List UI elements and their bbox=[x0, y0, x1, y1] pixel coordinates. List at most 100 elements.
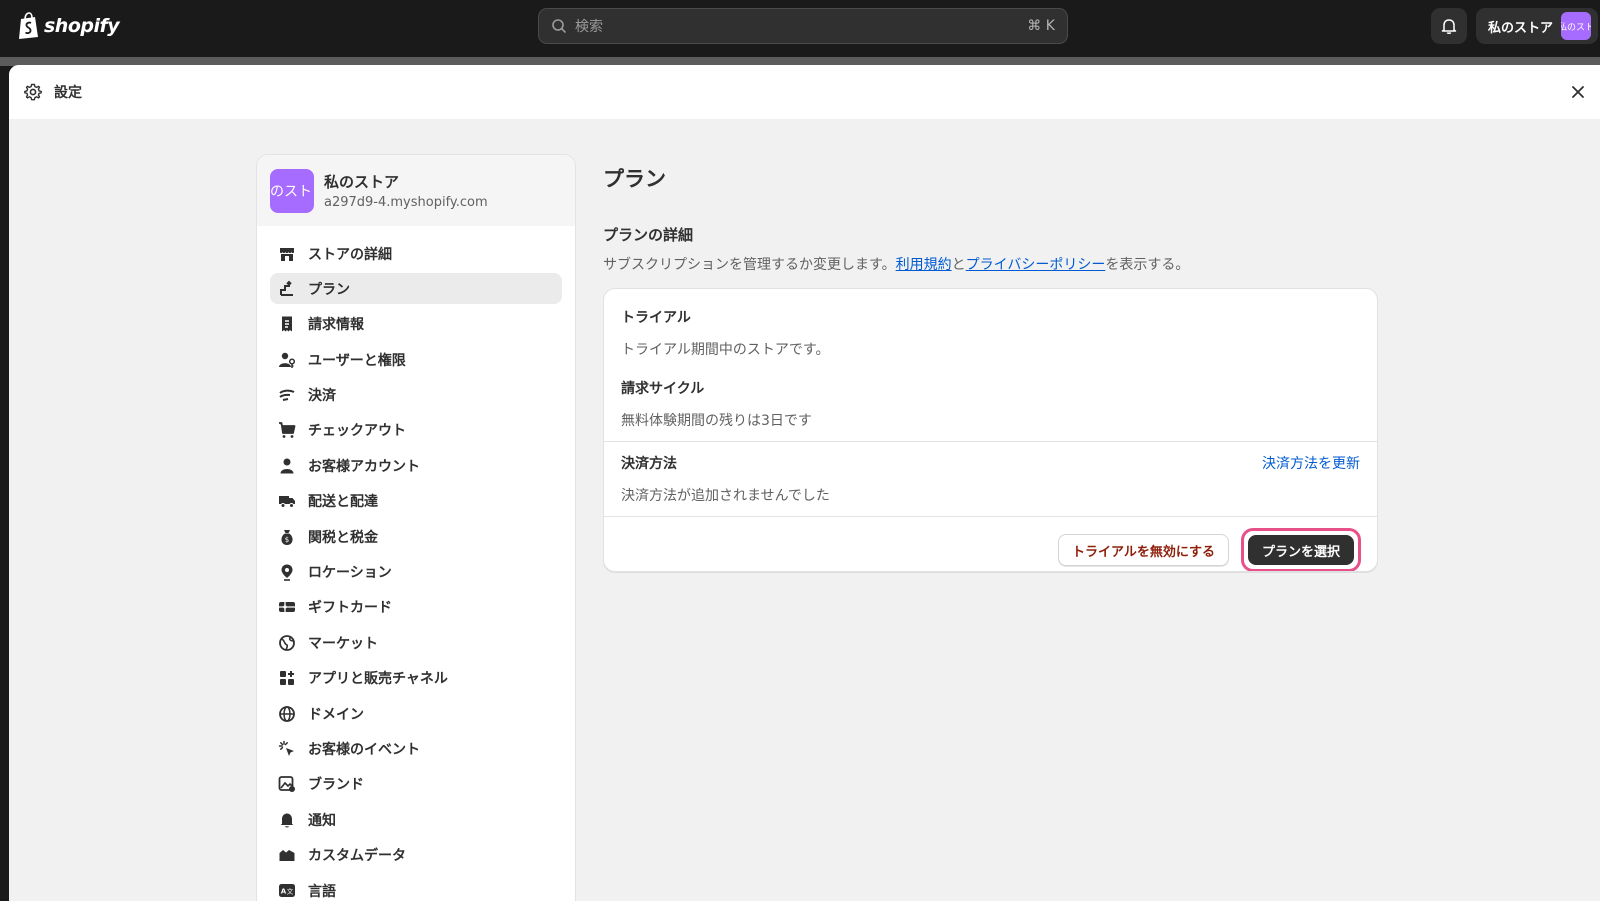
search-placeholder: 検索 bbox=[575, 19, 603, 35]
description-and: と bbox=[951, 257, 966, 273]
sidebar-item-taxes[interactable]: $ 関税と税金 bbox=[270, 521, 562, 552]
sidebar-item-label: ユーザーと権限 bbox=[308, 352, 406, 369]
user-key-icon bbox=[279, 352, 296, 368]
trial-description: トライアル期間中のストアです。 bbox=[621, 342, 830, 358]
sidebar-item-label: カスタムデータ bbox=[308, 848, 406, 865]
modal-header: 設定 bbox=[9, 65, 1600, 119]
cursor-click-icon bbox=[278, 740, 294, 756]
gear-icon bbox=[24, 83, 42, 101]
sidebar-item-domains[interactable]: ドメイン bbox=[270, 698, 562, 729]
logo-wordmark: shopify bbox=[44, 15, 120, 37]
payment-method-row: 決済方法 決済方法を更新 bbox=[621, 453, 1360, 473]
sidebar-item-shipping[interactable]: 配送と配達 bbox=[270, 486, 562, 517]
privacy-policy-link[interactable]: プライバシーポリシー bbox=[966, 257, 1106, 273]
sidebar-item-label: 通知 bbox=[308, 812, 336, 829]
choose-plan-button[interactable]: プランを選択 bbox=[1247, 535, 1354, 565]
truck-icon bbox=[279, 496, 295, 509]
sidebar-item-payments[interactable]: 決済 bbox=[270, 380, 562, 411]
language-icon: A文 bbox=[279, 883, 295, 897]
sidebar-item-billing[interactable]: 請求情報 bbox=[270, 309, 562, 340]
plan-main: プラン プランの詳細 サブスクリプションを管理するか変更します。利用規約とプライ… bbox=[603, 154, 1383, 572]
settings-nav: ストアの詳細 プラン 請求情報 ユーザーと権限 決済 チェックアウト お客様アカ… bbox=[257, 226, 575, 901]
shopify-bag-icon bbox=[19, 12, 38, 39]
search-bar[interactable]: 検索 ⌘ K bbox=[538, 8, 1068, 44]
close-button[interactable] bbox=[1568, 82, 1588, 102]
sidebar-item-users[interactable]: ユーザーと権限 bbox=[270, 344, 562, 375]
sidebar-item-label: お客様アカウント bbox=[308, 458, 420, 475]
sidebar-item-label: 決済 bbox=[308, 388, 336, 405]
svg-text:文: 文 bbox=[287, 886, 294, 895]
sidebar-item-plan[interactable]: プラン bbox=[270, 273, 562, 305]
plan-icon bbox=[280, 280, 293, 296]
store-name: 私のストア bbox=[324, 173, 400, 191]
search-shortcut: ⌘ K bbox=[1027, 18, 1055, 34]
top-bar: shopify 検索 ⌘ K 私のストア 私のスト bbox=[0, 0, 1600, 57]
apps-icon bbox=[280, 671, 294, 686]
trial-title: トライアル bbox=[621, 310, 691, 326]
sidebar-item-apps[interactable]: アプリと販売チャネル bbox=[270, 663, 562, 694]
payment-method-description: 決済方法が追加されませんでした bbox=[621, 488, 830, 504]
sidebar-item-label: プラン bbox=[308, 281, 350, 298]
payment-method-title: 決済方法 bbox=[621, 456, 677, 472]
domain-globe-icon bbox=[279, 705, 295, 722]
search-icon bbox=[552, 19, 567, 34]
cart-icon bbox=[279, 422, 296, 439]
modal-title: 設定 bbox=[54, 85, 82, 101]
shopify-logo[interactable]: shopify bbox=[17, 12, 120, 40]
gift-card-icon bbox=[279, 602, 295, 613]
store-menu-button[interactable]: 私のストア 私のスト bbox=[1476, 8, 1598, 44]
sidebar-item-notifications[interactable]: 通知 bbox=[270, 804, 562, 835]
section-title: プランの詳細 bbox=[603, 226, 694, 244]
settings-sidebar: 私のスト 私のストア a297d9-4.myshopify.com ストアの詳細… bbox=[256, 154, 576, 901]
receipt-icon bbox=[282, 316, 292, 332]
bell-icon bbox=[1441, 19, 1457, 34]
store-avatar-large: 私のスト bbox=[270, 168, 314, 213]
store-icon bbox=[280, 247, 294, 261]
plan-details-card: トライアル トライアル期間中のストアです。 請求サイクル 無料体験期間の残りは3… bbox=[603, 288, 1378, 572]
sidebar-item-label: 関税と税金 bbox=[308, 529, 378, 546]
notifications-button[interactable] bbox=[1431, 8, 1467, 44]
money-bag-icon: $ bbox=[281, 529, 293, 545]
description-suffix: を表示する。 bbox=[1105, 257, 1190, 273]
bell-icon bbox=[280, 813, 294, 828]
sidebar-item-label: マーケット bbox=[308, 635, 378, 652]
sidebar-item-label: ドメイン bbox=[308, 706, 364, 723]
store-domain: a297d9-4.myshopify.com bbox=[324, 195, 488, 210]
store-avatar: 私のスト bbox=[1561, 12, 1592, 40]
person-icon bbox=[280, 458, 294, 474]
disable-trial-button[interactable]: トライアルを無効にする bbox=[1057, 534, 1229, 566]
terms-link[interactable]: 利用規約 bbox=[896, 257, 952, 273]
sidebar-item-label: お客様のイベント bbox=[308, 741, 420, 758]
sidebar-item-label: ブランド bbox=[308, 777, 364, 794]
settings-modal: 設定 私のスト 私のストア a297d9-4.myshopify.com ストア… bbox=[9, 65, 1600, 901]
sidebar-item-markets[interactable]: マーケット bbox=[270, 627, 562, 658]
sidebar-item-gift-cards[interactable]: ギフトカード bbox=[270, 592, 562, 623]
close-icon bbox=[1572, 86, 1584, 98]
sidebar-item-label: 配送と配達 bbox=[308, 494, 378, 511]
globe-icon bbox=[279, 634, 295, 651]
sidebar-item-label: ギフトカード bbox=[308, 600, 392, 617]
description-prefix: サブスクリプションを管理するか変更します。 bbox=[603, 257, 896, 273]
database-icon bbox=[279, 850, 295, 862]
sidebar-item-label: ロケーション bbox=[308, 565, 392, 582]
sidebar-item-store-details[interactable]: ストアの詳細 bbox=[270, 238, 562, 269]
choose-plan-highlight: プランを選択 bbox=[1240, 528, 1361, 571]
sidebar-item-customer-accounts[interactable]: お客様アカウント bbox=[270, 450, 562, 481]
card-footer: トライアルを無効にする プランを選択 bbox=[604, 517, 1377, 571]
billing-cycle-description: 無料体験期間の残りは3日です bbox=[621, 413, 812, 429]
brand-image-icon bbox=[278, 776, 295, 793]
sidebar-item-label: アプリと販売チャネル bbox=[308, 671, 448, 688]
sidebar-item-label: 請求情報 bbox=[308, 317, 364, 334]
svg-text:$: $ bbox=[285, 536, 289, 544]
section-description: サブスクリプションを管理するか変更します。利用規約とプライバシーポリシーを表示す… bbox=[603, 254, 1383, 274]
store-header: 私のスト 私のストア a297d9-4.myshopify.com bbox=[257, 155, 575, 226]
update-payment-method-link[interactable]: 決済方法を更新 bbox=[1262, 453, 1360, 473]
sidebar-item-custom-data[interactable]: カスタムデータ bbox=[270, 840, 562, 871]
sidebar-item-languages[interactable]: A文 言語 bbox=[270, 875, 562, 901]
sidebar-item-checkout[interactable]: チェックアウト bbox=[270, 415, 562, 446]
sidebar-item-brand[interactable]: ブランド bbox=[270, 769, 562, 800]
sidebar-item-customer-events[interactable]: お客様のイベント bbox=[270, 733, 562, 764]
sidebar-item-label: ストアの詳細 bbox=[308, 246, 392, 263]
sidebar-item-label: 言語 bbox=[308, 883, 336, 900]
sidebar-item-locations[interactable]: ロケーション bbox=[270, 557, 562, 588]
